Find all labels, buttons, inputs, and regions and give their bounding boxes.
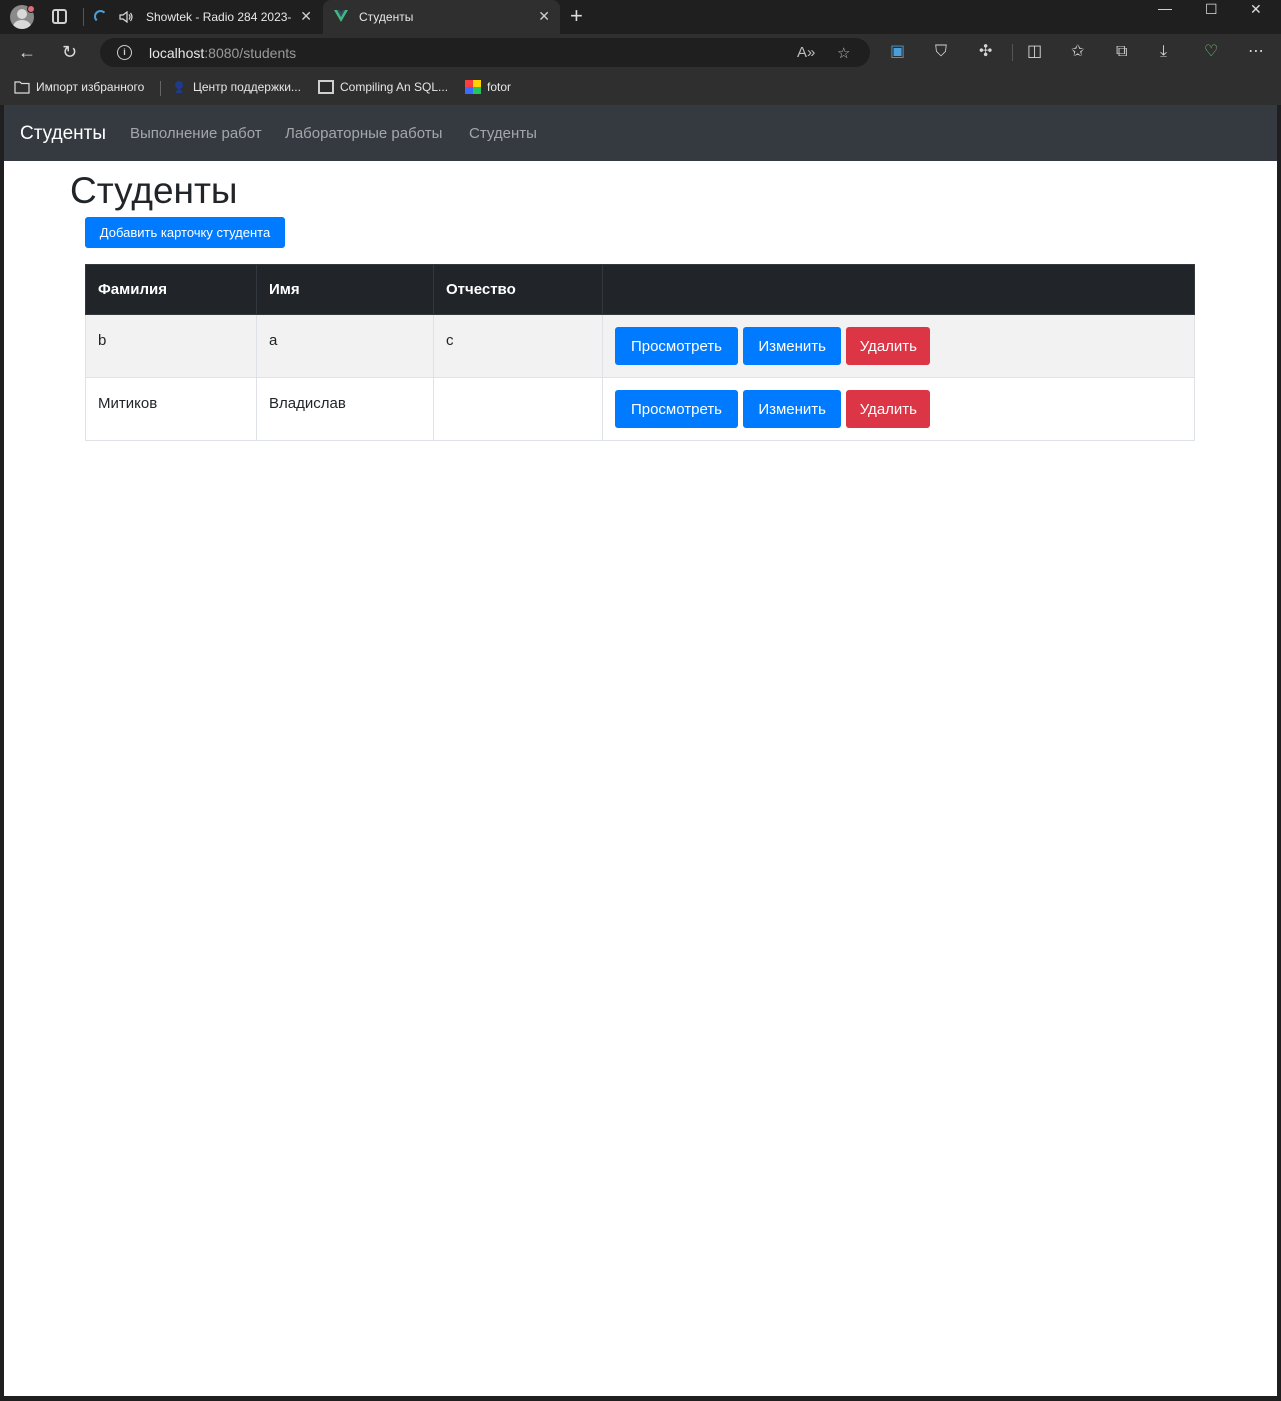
tab-students[interactable]: Студенты ✕ xyxy=(323,0,560,34)
address-url[interactable]: localhost:8080/students xyxy=(149,45,296,61)
delete-button[interactable]: Удалить xyxy=(846,390,931,428)
maximize-icon[interactable]: ☐ xyxy=(1205,1,1218,17)
nav-link-labs[interactable]: Лабораторные работы xyxy=(285,124,442,144)
browser-essentials-icon[interactable]: ♡ xyxy=(1204,43,1218,61)
cell-last-name: Митиков xyxy=(85,377,257,441)
header-last-name: Фамилия xyxy=(85,264,257,315)
favorites-list-icon[interactable]: ✩ xyxy=(1071,43,1084,61)
favorite-fotor[interactable]: fotor xyxy=(465,80,511,94)
vue-logo-icon xyxy=(334,10,348,22)
delete-button[interactable]: Удалить xyxy=(846,327,931,365)
table-header-row: Фамилия Имя Отчество xyxy=(85,264,1195,315)
toolbar-separator xyxy=(1012,44,1013,61)
page-title: Студенты xyxy=(70,170,238,211)
cell-actions: Просмотреть Изменить Удалить xyxy=(602,377,1195,441)
favorites-separator xyxy=(160,81,161,96)
translate-icon[interactable]: ▣ xyxy=(890,43,905,61)
nav-link-work-progress[interactable]: Выполнение работ xyxy=(130,124,262,144)
edit-button[interactable]: Изменить xyxy=(743,327,842,365)
browser-toolbar: ← ↻ i localhost:8080/students A» ☆ ▣ ⛉ ✣… xyxy=(0,34,1281,70)
extensions-icon[interactable]: ✣ xyxy=(979,43,992,61)
cell-patronymic xyxy=(433,377,603,441)
tab-close-icon[interactable]: ✕ xyxy=(538,9,550,23)
tab-title: Showtek - Radio 284 2023- xyxy=(146,10,292,24)
add-student-button[interactable]: Добавить карточку студента xyxy=(85,217,285,248)
tab-title: Студенты xyxy=(359,10,414,24)
speaker-icon[interactable] xyxy=(119,11,133,23)
favorite-sql[interactable]: Compiling An SQL... xyxy=(318,80,448,94)
favorites-bar: Импорт избранного Центр поддержки... Com… xyxy=(0,70,1281,105)
view-button[interactable]: Просмотреть xyxy=(615,327,738,365)
back-arrow-icon[interactable]: ← xyxy=(18,42,36,62)
tab-separator xyxy=(83,8,84,26)
cell-first-name: Владислав xyxy=(256,377,434,441)
fotor-icon xyxy=(465,80,481,94)
header-actions xyxy=(602,264,1195,315)
profile-notification-dot xyxy=(27,5,35,13)
tab-showtek[interactable]: Showtek - Radio 284 2023- ✕ xyxy=(86,0,322,34)
favorite-star-icon[interactable]: ☆ xyxy=(837,44,850,62)
read-aloud-icon[interactable]: A» xyxy=(797,44,815,61)
table-row: Митиков Владислав Просмотреть Изменить У… xyxy=(85,377,1195,441)
download-icon[interactable]: ⤓ xyxy=(1160,43,1167,61)
tab-close-icon[interactable]: ✕ xyxy=(300,9,312,23)
app-navbar: Студенты Выполнение работ Лабораторные р… xyxy=(4,105,1277,161)
header-first-name: Имя xyxy=(256,264,434,315)
new-tab-plus-icon[interactable]: + xyxy=(570,4,583,28)
cell-last-name: b xyxy=(85,314,257,378)
shield-icon[interactable]: ⛉ xyxy=(935,43,947,61)
view-button[interactable]: Просмотреть xyxy=(615,390,738,428)
cell-first-name: a xyxy=(256,314,434,378)
favorite-support[interactable]: Центр поддержки... xyxy=(171,80,301,94)
reload-icon[interactable]: ↻ xyxy=(62,42,77,62)
more-menu-icon[interactable]: ⋯ xyxy=(1248,43,1264,61)
split-screen-icon[interactable]: ◫ xyxy=(1027,43,1042,61)
nav-link-students[interactable]: Студенты xyxy=(469,124,537,144)
students-table: Фамилия Имя Отчество b a c Просмотреть И… xyxy=(85,264,1195,441)
window-close-icon[interactable]: ✕ xyxy=(1250,1,1262,17)
edit-button[interactable]: Изменить xyxy=(743,390,842,428)
cell-actions: Просмотреть Изменить Удалить xyxy=(602,314,1195,378)
site-info-icon[interactable]: i xyxy=(117,45,132,60)
cell-patronymic: c xyxy=(433,314,603,378)
support-icon xyxy=(175,81,183,93)
folder-import-icon xyxy=(14,81,30,94)
favorite-import[interactable]: Импорт избранного xyxy=(14,80,144,94)
sql-icon xyxy=(318,80,334,94)
navbar-brand[interactable]: Студенты xyxy=(20,122,106,146)
minimize-icon[interactable]: — xyxy=(1158,0,1172,16)
address-bar[interactable]: i localhost:8080/students A» ☆ xyxy=(100,38,870,67)
header-patronymic: Отчество xyxy=(433,264,603,315)
page-viewport: Студенты Выполнение работ Лабораторные р… xyxy=(4,105,1277,1396)
tab-actions-icon[interactable] xyxy=(52,9,67,24)
browser-tab-bar: Showtek - Radio 284 2023- ✕ Студенты ✕ +… xyxy=(0,0,1281,34)
table-row: b a c Просмотреть Изменить Удалить xyxy=(85,314,1195,378)
loading-icon xyxy=(94,10,107,23)
collections-icon[interactable]: ⧉ xyxy=(1116,43,1127,61)
